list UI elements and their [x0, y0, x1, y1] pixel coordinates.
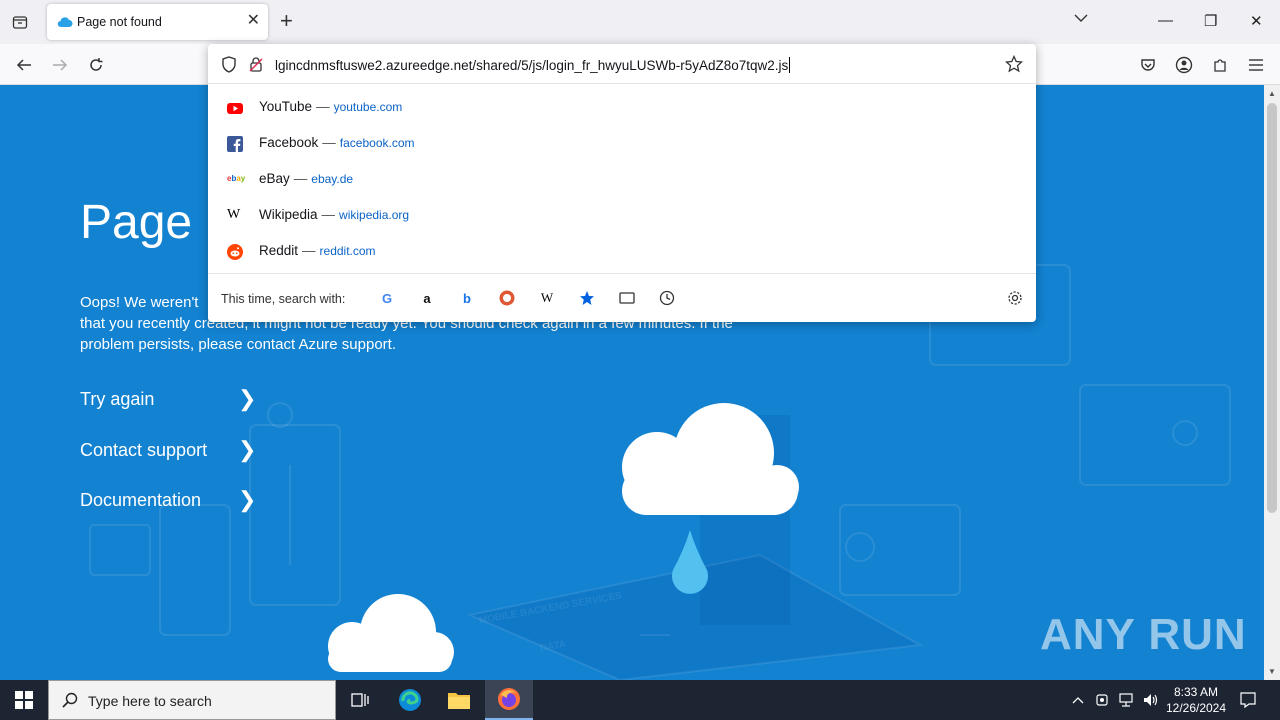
- search-settings-gear-icon[interactable]: [1006, 289, 1024, 307]
- wikipedia-icon[interactable]: W: [538, 289, 556, 307]
- google-icon[interactable]: G: [378, 289, 396, 307]
- windows-taskbar: Type here to search 8:33 AM 12/26/2024: [0, 680, 1280, 720]
- tabs-icon[interactable]: [618, 289, 636, 307]
- bookmarks-icon[interactable]: [578, 289, 596, 307]
- suggestion-title: Wikipedia: [259, 207, 318, 222]
- insecure-lock-icon[interactable]: [248, 56, 264, 78]
- chevron-right-icon: ❯: [238, 386, 257, 411]
- separator: —: [321, 207, 336, 222]
- duckduckgo-icon[interactable]: [498, 289, 516, 307]
- tab-close-icon[interactable]: ✕: [247, 13, 260, 29]
- maximize-button[interactable]: ❐: [1204, 12, 1217, 30]
- chevron-right-icon: ❯: [238, 487, 257, 512]
- wikipedia-icon: W: [227, 207, 241, 222]
- scroll-up-icon[interactable]: ▲: [1268, 89, 1276, 98]
- suggestion-url: youtube.com: [333, 100, 403, 114]
- reddit-icon: [227, 244, 243, 260]
- address-bar[interactable]: lgincdnmsftuswe2.azureedge.net/shared/5/…: [208, 44, 1036, 84]
- suggestion-youtube[interactable]: YouTube — youtube.com: [208, 90, 1036, 126]
- cloud-raindrop-illustration: [622, 403, 799, 594]
- chevron-right-icon: ❯: [238, 437, 257, 462]
- amazon-icon[interactable]: a: [418, 289, 436, 307]
- search-with-label: This time, search with:: [221, 292, 346, 306]
- taskbar-search-box[interactable]: Type here to search: [48, 680, 336, 720]
- error-line-3: problem persists, please contact Azure s…: [80, 336, 396, 353]
- anyrun-watermark: ANY RUN: [1040, 610, 1247, 659]
- search-placeholder: Type here to search: [88, 693, 212, 709]
- new-tab-button[interactable]: +: [280, 10, 293, 32]
- bookmark-star-icon[interactable]: [1004, 54, 1024, 78]
- suggestion-reddit[interactable]: Reddit — reddit.com: [208, 234, 1036, 270]
- task-view-icon[interactable]: [336, 680, 384, 720]
- url-input[interactable]: lgincdnmsftuswe2.azureedge.net/shared/5/…: [275, 57, 791, 73]
- back-icon[interactable]: [13, 54, 35, 76]
- tab-page-not-found[interactable]: Page not found ✕: [47, 4, 268, 40]
- clock-time: 8:33 AM: [1173, 685, 1219, 699]
- cloud-icon: [57, 15, 73, 33]
- list-all-tabs-icon[interactable]: [1074, 10, 1088, 27]
- tab-list-icon[interactable]: [8, 10, 32, 34]
- search-icon: [62, 692, 78, 713]
- edge-icon[interactable]: [386, 680, 434, 720]
- scroll-down-icon[interactable]: ▼: [1268, 667, 1276, 676]
- documentation-link[interactable]: Documentation: [80, 490, 201, 511]
- windows-start-icon[interactable]: [0, 680, 48, 720]
- firefox-icon[interactable]: [485, 680, 533, 720]
- youtube-icon: [227, 100, 243, 116]
- reload-icon[interactable]: [85, 54, 107, 76]
- separator: —: [322, 135, 336, 150]
- menu-icon[interactable]: [1245, 54, 1267, 76]
- separator: —: [293, 171, 308, 186]
- suggestion-url: reddit.com: [319, 244, 376, 258]
- device-icon[interactable]: [1088, 680, 1116, 720]
- url-dropdown: lgincdnmsftuswe2.azureedge.net/shared/5/…: [208, 44, 1036, 322]
- forward-icon[interactable]: [49, 54, 71, 76]
- tab-bar: Page not found ✕ + — ❐ ✕: [0, 0, 1280, 44]
- shield-icon[interactable]: [221, 56, 237, 78]
- separator: —: [316, 99, 330, 114]
- tab-title: Page not found: [77, 15, 162, 29]
- suggestion-ebay[interactable]: ebay eBay — ebay.de: [208, 162, 1036, 198]
- suggestion-title: YouTube: [259, 99, 313, 114]
- suggestion-url: ebay.de: [311, 172, 354, 186]
- one-off-search-row: This time, search with: G a b W: [208, 273, 1036, 322]
- minimize-button[interactable]: —: [1158, 12, 1173, 29]
- suggestion-facebook[interactable]: Facebook — facebook.com: [208, 126, 1036, 162]
- suggestion-url: wikipedia.org: [339, 208, 410, 222]
- suggestion-title: Facebook: [259, 135, 319, 150]
- suggestion-url: facebook.com: [339, 136, 415, 150]
- extensions-icon[interactable]: [1209, 54, 1231, 76]
- suggestion-wikipedia[interactable]: W Wikipedia — wikipedia.org: [208, 198, 1036, 234]
- suggestion-title: Reddit: [259, 243, 299, 258]
- history-icon[interactable]: [658, 289, 676, 307]
- scroll-thumb[interactable]: [1267, 103, 1277, 513]
- bing-icon[interactable]: b: [458, 289, 476, 307]
- vertical-scrollbar[interactable]: ▲ ▼: [1264, 85, 1280, 680]
- file-explorer-icon[interactable]: [435, 680, 483, 720]
- separator: —: [302, 243, 316, 258]
- notification-icon[interactable]: [1234, 680, 1262, 720]
- pocket-icon[interactable]: [1137, 54, 1159, 76]
- suggestion-title: eBay: [259, 171, 290, 186]
- close-window-button[interactable]: ✕: [1250, 12, 1263, 30]
- contact-support-link[interactable]: Contact support: [80, 440, 207, 461]
- facebook-icon: [227, 136, 243, 152]
- system-clock[interactable]: 8:33 AM 12/26/2024: [1158, 684, 1234, 716]
- account-icon[interactable]: [1173, 54, 1195, 76]
- small-cloud-illustration: [328, 594, 454, 672]
- clock-date: 12/26/2024: [1165, 701, 1227, 715]
- try-again-link[interactable]: Try again: [80, 389, 154, 410]
- ebay-icon: ebay: [227, 174, 246, 183]
